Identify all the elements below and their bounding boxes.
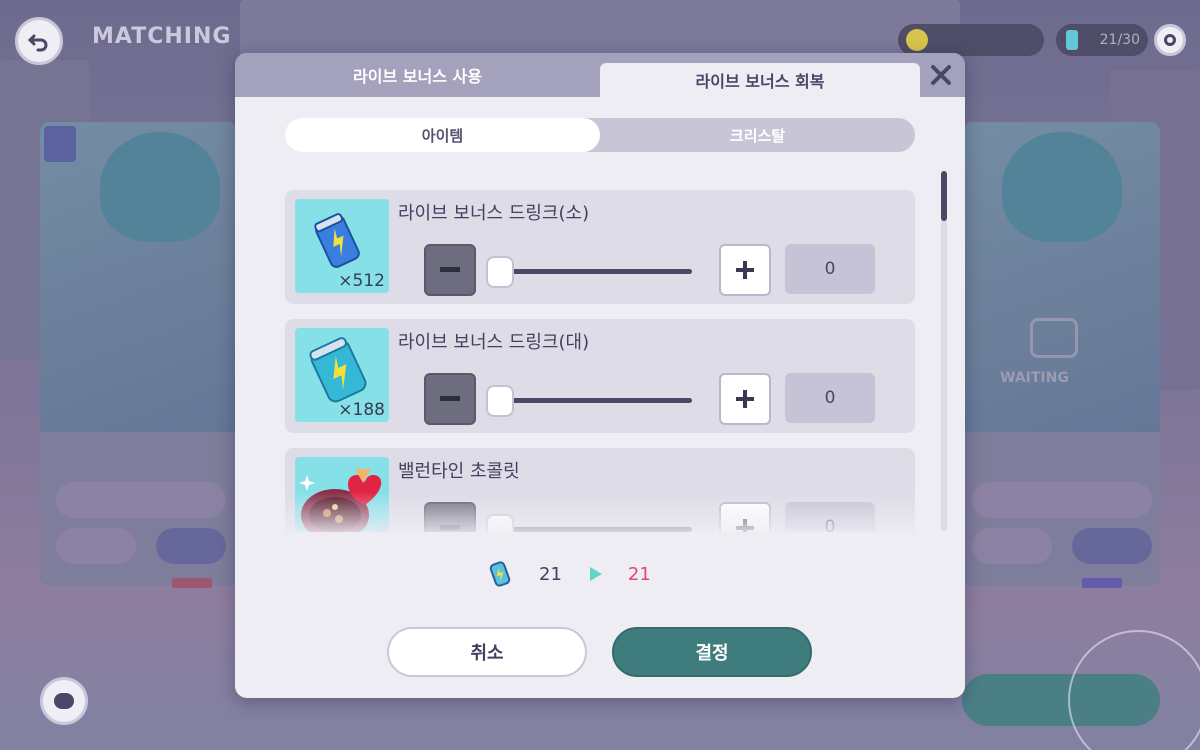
large-energy-drink-icon: ×188 bbox=[295, 328, 389, 422]
tab-use-live-bonus[interactable]: 라이브 보너스 사용 bbox=[235, 53, 600, 97]
increase-button[interactable] bbox=[719, 373, 771, 425]
gear-icon bbox=[1164, 34, 1176, 46]
amount-value: 0 bbox=[785, 373, 875, 423]
owned-count: ×512 bbox=[338, 271, 385, 291]
tab-bar: 라이브 보너스 사용 라이브 보너스 회복 bbox=[235, 53, 965, 97]
recovery-type-toggle: 아이템 크리스탈 bbox=[285, 118, 915, 152]
current-live-bonus: 21 bbox=[539, 563, 562, 585]
increase-button[interactable] bbox=[719, 244, 771, 296]
list-fade bbox=[285, 492, 915, 532]
list-item: ×512 라이브 보너스 드링크(소) 0 bbox=[285, 190, 915, 304]
decrease-button[interactable] bbox=[424, 373, 476, 425]
coin-icon bbox=[906, 29, 928, 51]
close-button[interactable] bbox=[923, 57, 959, 93]
tab-recover-live-bonus[interactable]: 라이브 보너스 회복 bbox=[600, 63, 920, 97]
slider-handle[interactable] bbox=[486, 256, 514, 288]
list-item: ×188 라이브 보너스 드링크(대) 0 bbox=[285, 319, 915, 433]
segment-crystal[interactable]: 크리스탈 bbox=[600, 118, 915, 152]
amount-slider[interactable] bbox=[491, 398, 692, 403]
amount-slider[interactable] bbox=[491, 269, 692, 274]
small-energy-drink-icon: ×512 bbox=[295, 199, 389, 293]
arrow-right-icon bbox=[589, 567, 602, 581]
minus-icon bbox=[440, 396, 460, 401]
after-live-bonus: 21 bbox=[627, 563, 651, 585]
live-bonus-summary: 21 21 bbox=[487, 559, 651, 589]
settings-button[interactable] bbox=[1154, 24, 1186, 56]
chat-icon bbox=[54, 693, 74, 709]
item-name: 라이브 보너스 드링크(대) bbox=[398, 332, 590, 353]
amount-value: 0 bbox=[785, 244, 875, 294]
live-bonus-count: 21/30 bbox=[1099, 32, 1140, 48]
item-name: 라이브 보너스 드링크(소) bbox=[398, 203, 590, 224]
plus-icon bbox=[736, 261, 754, 279]
confirm-button[interactable]: 결정 bbox=[612, 627, 812, 677]
cancel-button[interactable]: 취소 bbox=[387, 627, 587, 677]
chat-button[interactable] bbox=[40, 677, 88, 725]
back-arrow-icon bbox=[28, 34, 48, 52]
decrease-button[interactable] bbox=[424, 244, 476, 296]
item-list[interactable]: ×512 라이브 보너스 드링크(소) 0 ×188 라이브 보너스 드링크(대… bbox=[285, 190, 915, 532]
slider-handle[interactable] bbox=[486, 385, 514, 417]
live-bonus-pill: 21/30 bbox=[1056, 24, 1148, 56]
minus-icon bbox=[440, 267, 460, 272]
item-name: 밸런타인 초콜릿 bbox=[398, 461, 520, 482]
energy-drink-icon bbox=[489, 561, 511, 587]
energy-icon bbox=[1066, 30, 1078, 50]
scrollbar-thumb[interactable] bbox=[941, 171, 947, 221]
owned-count: ×188 bbox=[338, 400, 385, 420]
list-scrollbar[interactable] bbox=[941, 171, 947, 531]
matching-label: MATCHING bbox=[92, 24, 232, 49]
close-icon bbox=[931, 65, 951, 85]
live-bonus-dialog: 라이브 보너스 사용 라이브 보너스 회복 아이템 크리스탈 ×512 라이브 … bbox=[235, 53, 965, 698]
currency-pill bbox=[898, 24, 1044, 56]
back-button[interactable] bbox=[15, 17, 63, 65]
segment-item[interactable]: 아이템 bbox=[285, 118, 600, 152]
plus-icon bbox=[736, 390, 754, 408]
